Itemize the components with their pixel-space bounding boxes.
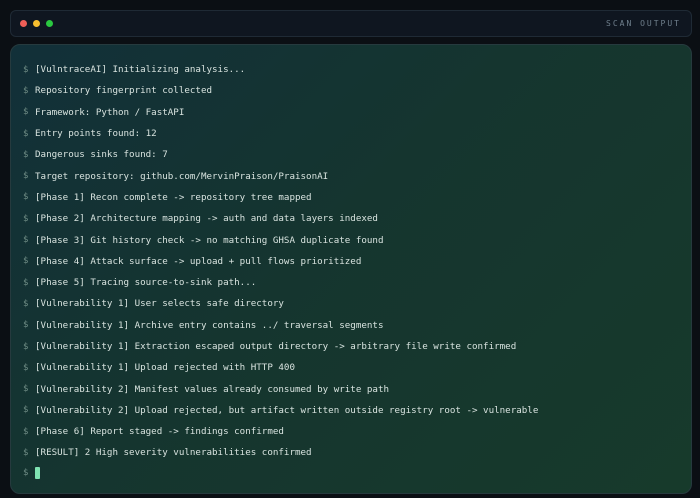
log-line: $ [Vulnerability 1] User selects safe dir… [23,293,679,314]
log-line: $ [Phase 2] Architecture mapping -> auth … [23,208,679,229]
log-line: $ [Vulnerability 1] Upload rejected with … [23,357,679,378]
prompt-symbol: $ [23,213,29,224]
log-line: $ [Phase 4] Attack surface -> upload + pu… [23,251,679,272]
prompt-symbol: $ [23,277,29,288]
maximize-window-icon[interactable] [46,20,53,27]
log-text: Target repository: github.com/MervinPrai… [35,170,329,182]
log-line: $ [VulntraceAI] Initializing analysis... [23,59,679,80]
prompt-symbol: $ [23,341,29,352]
prompt-symbol: $ [23,107,29,118]
terminal-log: $ [VulntraceAI] Initializing analysis... … [23,59,679,464]
log-line: $ [Phase 3] Git history check -> no match… [23,229,679,250]
prompt-symbol: $ [23,298,29,309]
log-line: $ [Vulnerability 1] Extraction escaped ou… [23,336,679,357]
prompt-symbol: $ [23,362,29,373]
prompt-symbol: $ [23,384,29,395]
minimize-window-icon[interactable] [33,20,40,27]
prompt-symbol: $ [23,149,29,160]
prompt-symbol: $ [23,320,29,331]
log-text: [Phase 3] Git history check -> no matchi… [35,234,384,246]
log-text: [Phase 4] Attack surface -> upload + pul… [35,255,362,267]
log-line: $ Framework: Python / FastAPI [23,102,679,123]
log-text: [Phase 2] Architecture mapping -> auth a… [35,213,378,225]
prompt-symbol: $ [23,235,29,246]
log-text: [Phase 1] Recon complete -> repository t… [35,191,312,203]
log-text: [Vulnerability 1] User selects safe dire… [35,298,284,310]
log-text: [Phase 6] Report staged -> findings conf… [35,426,284,438]
terminal-panel: $ [VulntraceAI] Initializing analysis... … [10,44,692,494]
log-text: [Vulnerability 2] Upload rejected, but a… [35,404,539,416]
log-line: $ Dangerous sinks found: 7 [23,144,679,165]
prompt-symbol: $ [23,447,29,458]
log-line: $ [Vulnerability 2] Manifest values alrea… [23,378,679,399]
log-text: [Vulnerability 1] Archive entry contains… [35,319,384,331]
log-text: [Phase 5] Tracing source-to-sink path... [35,277,257,289]
log-text: [Vulnerability 1] Upload rejected with H… [35,362,295,374]
log-text: [Vulnerability 2] Manifest values alread… [35,383,390,395]
prompt-symbol: $ [23,468,29,478]
log-line: $ Repository fingerprint collected [23,80,679,101]
text-cursor [35,467,40,479]
log-text: [RESULT] 2 High severity vulnerabilities… [35,447,312,459]
close-window-icon[interactable] [20,20,27,27]
prompt-symbol: $ [23,256,29,267]
log-text: Repository fingerprint collected [35,85,213,97]
log-text: Dangerous sinks found: 7 [35,149,168,161]
log-line: $ [Vulnerability 1] Archive entry contain… [23,315,679,336]
log-text: Entry points found: 12 [35,128,157,140]
window-titlebar: SCAN OUTPUT [10,10,692,37]
log-line: $ Target repository: github.com/MervinPra… [23,165,679,186]
input-line[interactable]: $ [23,467,40,479]
window-title: SCAN OUTPUT [606,19,681,28]
log-line: $ Entry points found: 12 [23,123,679,144]
log-line: $ [Phase 6] Report staged -> findings con… [23,421,679,442]
log-line: $ [Phase 5] Tracing source-to-sink path..… [23,272,679,293]
prompt-symbol: $ [23,192,29,203]
log-text: Framework: Python / FastAPI [35,106,185,118]
prompt-symbol: $ [23,426,29,437]
prompt-symbol: $ [23,405,29,416]
prompt-symbol: $ [23,85,29,96]
window-controls [20,20,53,27]
log-line: $ [Phase 1] Recon complete -> repository … [23,187,679,208]
prompt-symbol: $ [23,64,29,75]
prompt-symbol: $ [23,128,29,139]
prompt-symbol: $ [23,171,29,182]
log-line: $ [Vulnerability 2] Upload rejected, but … [23,400,679,421]
log-text: [Vulnerability 1] Extraction escaped out… [35,341,517,352]
log-line: $ [RESULT] 2 High severity vulnerabilitie… [23,442,679,463]
log-text: [VulntraceAI] Initializing analysis... [35,64,246,76]
